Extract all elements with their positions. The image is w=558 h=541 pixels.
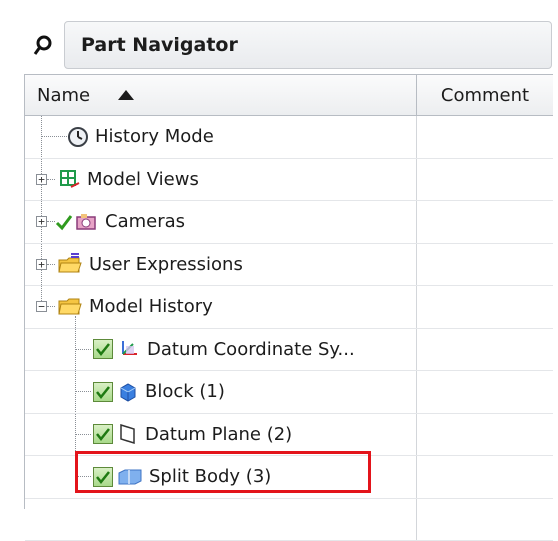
navigator-title-bar: Part Navigator xyxy=(22,18,552,72)
expand-toggle[interactable]: + xyxy=(36,216,47,227)
tree-row-datum-plane[interactable]: Datum Plane (2) xyxy=(25,414,553,457)
name-column-label: Name xyxy=(37,85,90,106)
comment-column-label: Comment xyxy=(441,85,529,106)
camera-icon xyxy=(75,211,99,233)
split-body-icon xyxy=(117,468,143,486)
tree-row-model-history[interactable]: − Model History xyxy=(25,286,553,329)
tree-item-label: User Expressions xyxy=(89,254,243,275)
panel-title: Part Navigator xyxy=(64,21,552,69)
clock-icon xyxy=(67,126,89,148)
tree-item-label: Cameras xyxy=(105,211,185,232)
tree-row-history-mode[interactable]: History Mode xyxy=(25,116,553,159)
folder-open-icon xyxy=(57,296,83,318)
block-icon xyxy=(117,381,139,403)
tree-item-label: Split Body (3) xyxy=(149,466,271,487)
checkmark-icon xyxy=(55,213,73,231)
tree-row-empty xyxy=(25,499,553,541)
tree-row-cameras[interactable]: + Cameras xyxy=(25,201,553,244)
comment-column-header[interactable]: Comment xyxy=(417,75,553,115)
visibility-checkbox[interactable] xyxy=(93,467,113,487)
expand-toggle[interactable]: + xyxy=(36,174,47,185)
tree-item-label: Model History xyxy=(89,296,213,317)
tree-row-model-views[interactable]: + Model Views xyxy=(25,159,553,202)
pin-icon[interactable] xyxy=(22,18,64,72)
tree-item-label: Datum Plane (2) xyxy=(145,424,292,445)
tree-row-split-body[interactable]: Split Body (3) xyxy=(25,456,553,499)
collapse-toggle[interactable]: − xyxy=(36,301,47,312)
tree-row-block[interactable]: Block (1) xyxy=(25,371,553,414)
visibility-checkbox[interactable] xyxy=(93,382,113,402)
model-views-icon xyxy=(57,167,81,191)
datum-plane-icon xyxy=(117,422,139,446)
tree-item-label: Model Views xyxy=(87,169,199,190)
part-navigator-tree: Name Comment History Mode + Model Views xyxy=(24,74,553,509)
tree-row-user-expressions[interactable]: + User Expressions xyxy=(25,244,553,287)
visibility-checkbox[interactable] xyxy=(93,424,113,444)
folder-expressions-icon xyxy=(57,252,83,276)
name-column-header[interactable]: Name xyxy=(25,75,417,115)
column-header-row: Name Comment xyxy=(25,75,553,116)
visibility-checkbox[interactable] xyxy=(93,339,113,359)
tree-item-label: Datum Coordinate Sy... xyxy=(147,339,355,360)
datum-csys-icon xyxy=(117,338,141,360)
tree-row-datum-csys[interactable]: Datum Coordinate Sy... xyxy=(25,329,553,372)
tree-item-label: Block (1) xyxy=(145,381,225,402)
expand-toggle[interactable]: + xyxy=(36,259,47,270)
sort-ascending-icon xyxy=(118,90,134,100)
tree-item-label: History Mode xyxy=(95,126,214,147)
